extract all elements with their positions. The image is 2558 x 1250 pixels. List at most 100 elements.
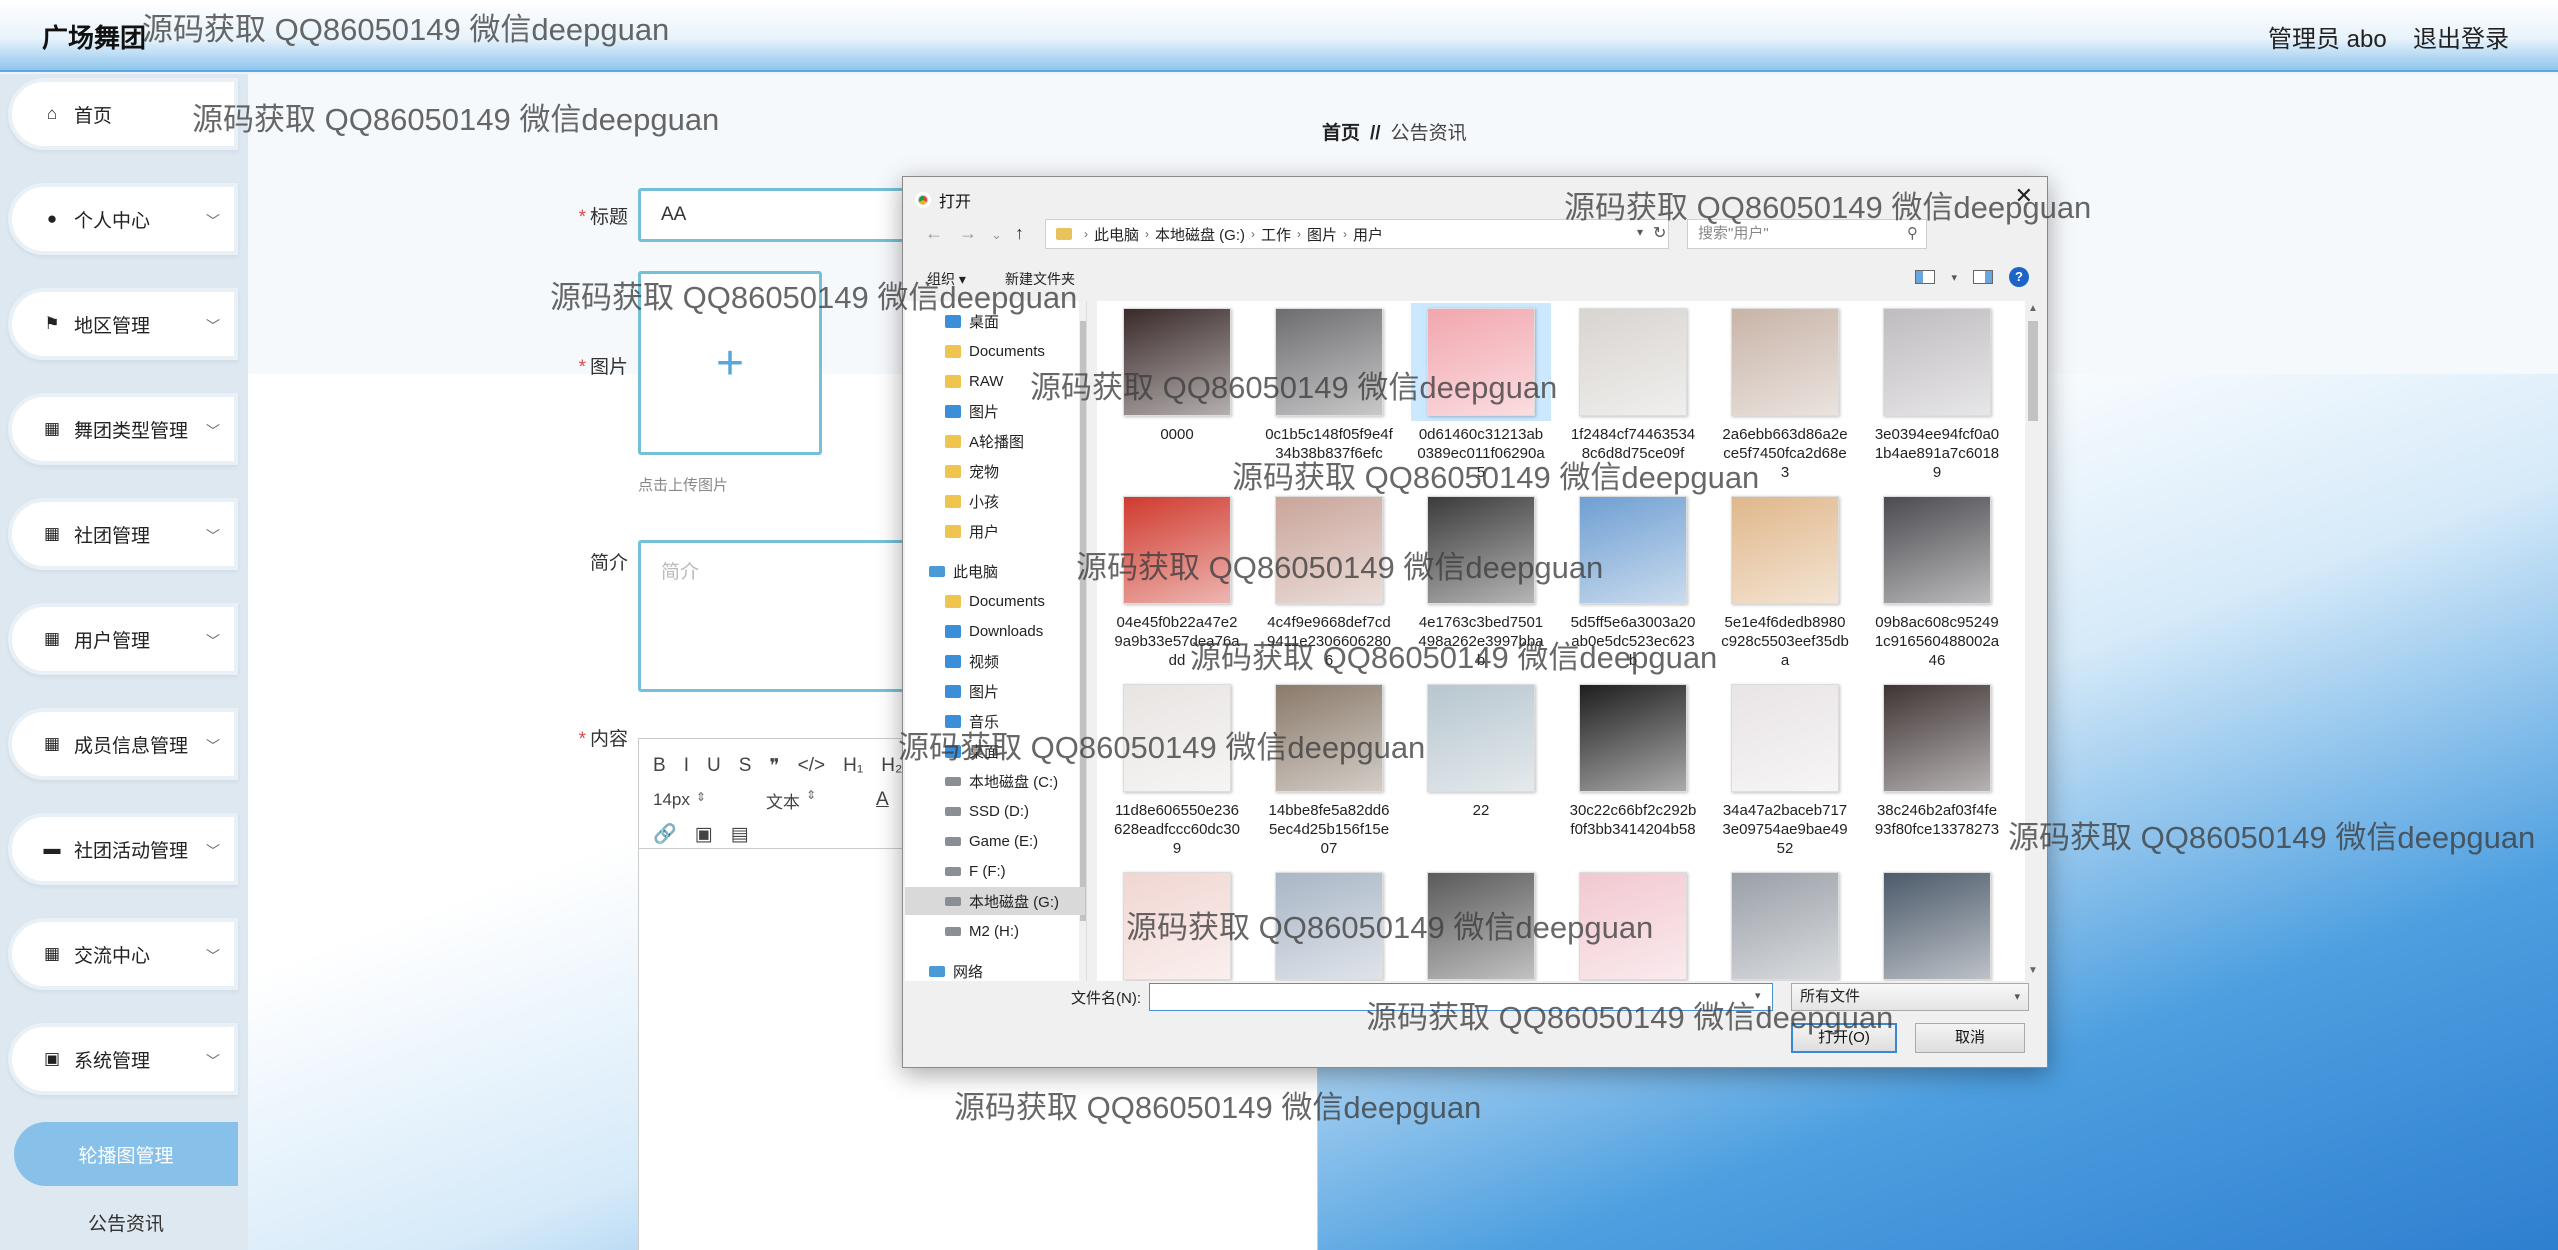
editor-format-button[interactable]: I <box>684 755 689 777</box>
tree-item[interactable]: 视频 <box>905 647 1085 675</box>
view-mode-icon[interactable] <box>1915 270 1936 284</box>
tree-item[interactable]: A轮播图 <box>905 427 1085 455</box>
tree-item[interactable]: Game (E:) <box>905 827 1085 855</box>
tree-item[interactable]: F (F:) <box>905 857 1085 885</box>
sidebar-item[interactable]: ▣ 系统管理 ﹀ <box>8 1023 238 1095</box>
forward-arrow-icon[interactable]: → <box>959 223 977 244</box>
sidebar-item[interactable]: ▦ 用户管理 ﹀ <box>8 603 238 675</box>
file-item[interactable]: 09b8ac608c952491c916560488002a46 <box>1867 491 2007 670</box>
file-item[interactable] <box>1411 867 1551 981</box>
search-input[interactable]: 搜索"用户" ⚲ <box>1687 219 1927 249</box>
tree-item[interactable]: Documents <box>905 337 1085 365</box>
tree-item[interactable]: 音乐 <box>905 707 1085 735</box>
breadcrumb-home[interactable]: 首页 <box>1322 123 1360 144</box>
scroll-up-icon[interactable]: ▲ <box>2028 303 2038 314</box>
tree-item[interactable]: 图片 <box>905 397 1085 425</box>
filename-input[interactable] <box>1149 983 1773 1011</box>
file-item[interactable]: 4e1763c3bed7501498a262e3997bbab <box>1411 491 1551 670</box>
file-scrollbar[interactable]: ▲ ▼ <box>2025 301 2041 981</box>
text-type-select[interactable]: 文本 ⇕ <box>766 788 816 813</box>
file-item[interactable] <box>1259 867 1399 981</box>
tree-item[interactable]: 小孩 <box>905 487 1085 515</box>
sidebar-item[interactable]: ▦ 成员信息管理 ﹀ <box>8 708 238 780</box>
address-crumb[interactable]: 本地磁盘 (G:) <box>1155 224 1245 245</box>
back-arrow-icon[interactable]: ← <box>925 223 943 244</box>
cancel-button[interactable]: 取消 <box>1915 1023 2025 1053</box>
editor-format-button[interactable]: B <box>653 755 666 777</box>
file-item[interactable]: 30c22c66bf2c292bf0f3bb3414204b58 <box>1563 679 1703 839</box>
file-item[interactable]: 38c246b2af03f4fe93f80fce13378273 <box>1867 679 2007 839</box>
file-item[interactable]: 0d61460c31213ab0389ec011f06290a5 <box>1411 303 1551 482</box>
sidebar-subitem[interactable]: 轮播图管理 <box>14 1122 238 1186</box>
file-item[interactable]: 5d5ff5e6a3003a20ab0e5dc523ec623b <box>1563 491 1703 670</box>
file-item[interactable]: 1f2484cf744635348c6d8d75ce09f <box>1563 303 1703 463</box>
editor-format-button[interactable]: H₂ <box>881 755 902 777</box>
tree-item[interactable]: 本地磁盘 (G:) <box>905 887 1085 915</box>
sidebar-item[interactable]: ▦ 社团管理 ﹀ <box>8 498 238 570</box>
address-crumb[interactable]: 工作 <box>1261 224 1291 245</box>
file-scrollbar-thumb[interactable] <box>2028 321 2038 421</box>
tree-item[interactable]: Documents <box>905 587 1085 615</box>
file-item[interactable]: 2a6ebb663d86a2ece5f7450fca2d68e3 <box>1715 303 1855 482</box>
file-item[interactable]: 4c4f9e9668def7cd9411e23066062806 <box>1259 491 1399 670</box>
file-item[interactable] <box>1867 867 2007 981</box>
image-upload-button[interactable]: + <box>638 271 822 455</box>
address-crumb[interactable]: 用户 <box>1353 224 1383 245</box>
file-item[interactable]: 22 <box>1411 679 1551 820</box>
chevron-down-icon[interactable]: ▾ <box>1755 989 1761 1002</box>
preview-pane-icon[interactable] <box>1973 270 1993 284</box>
tree-item[interactable]: 用户 <box>905 517 1085 545</box>
editor-insert-button[interactable]: 🔗 <box>653 822 677 846</box>
editor-format-button[interactable]: </> <box>798 755 825 777</box>
new-folder-button[interactable]: 新建文件夹 <box>1005 269 1075 289</box>
recent-locations-icon[interactable]: ⌄ <box>991 227 1002 243</box>
sidebar-item[interactable]: ⌂ 首页 <box>8 78 238 150</box>
tree-item[interactable]: 图片 <box>905 677 1085 705</box>
file-item[interactable]: 5e1e4f6dedb8980c928c5503eef35dba <box>1715 491 1855 670</box>
file-item[interactable]: 3e0394ee94fcf0a01b4ae891a7c60189 <box>1867 303 2007 482</box>
editor-format-button[interactable]: U <box>707 755 721 777</box>
file-item[interactable] <box>1715 867 1855 981</box>
address-crumb[interactable]: 图片 <box>1307 224 1337 245</box>
tree-item[interactable]: 桌面 <box>905 307 1085 335</box>
organize-button[interactable]: 组织 ▾ <box>927 269 966 289</box>
file-item[interactable]: 0c1b5c148f05f9e4f34b38b837f6efc <box>1259 303 1399 463</box>
close-icon[interactable]: ✕ <box>2015 183 2033 209</box>
font-color-icon[interactable]: A <box>876 789 889 811</box>
logout-link[interactable]: 退出登录 <box>2413 19 2509 54</box>
file-item[interactable] <box>1107 867 1247 981</box>
tree-item[interactable]: RAW <box>905 367 1085 395</box>
chevron-down-icon[interactable]: ▾ <box>1951 271 1957 284</box>
filetype-select[interactable]: 所有文件 ▾ <box>1791 983 2029 1011</box>
tree-item[interactable]: SSD (D:) <box>905 797 1085 825</box>
open-button[interactable]: 打开(O) <box>1791 1023 1897 1053</box>
editor-format-button[interactable]: ❞ <box>769 755 779 778</box>
tree-item[interactable]: 网络 <box>905 957 1085 981</box>
tree-item[interactable]: M2 (H:) <box>905 917 1085 945</box>
sidebar-item[interactable]: ▦ 交流中心 ﹀ <box>8 918 238 990</box>
editor-insert-button[interactable]: ▤ <box>731 823 749 846</box>
editor-format-button[interactable]: S <box>739 755 752 777</box>
address-bar[interactable]: › 此电脑 › 本地磁盘 (G:) › 工作 › 图片 › 用户 <box>1045 219 1669 249</box>
editor-insert-button[interactable]: ▣ <box>695 823 713 846</box>
font-size-select[interactable]: 14px ⇕ <box>653 790 706 810</box>
tree-item[interactable]: Downloads <box>905 617 1085 645</box>
sidebar-item[interactable]: ⚑ 地区管理 ﹀ <box>8 288 238 360</box>
editor-format-button[interactable]: H₁ <box>843 755 863 777</box>
chevron-down-icon[interactable]: ▾ <box>1637 225 1643 239</box>
tree-item[interactable]: 此电脑 <box>905 557 1085 585</box>
up-arrow-icon[interactable]: ↑ <box>1015 223 1024 244</box>
file-item[interactable]: 34a47a2baceb7173e09754ae9bae4952 <box>1715 679 1855 858</box>
file-item[interactable]: 14bbe8fe5a82dd65ec4d25b156f15e07 <box>1259 679 1399 858</box>
sidebar-item[interactable]: ▦ 舞团类型管理 ﹀ <box>8 393 238 465</box>
sidebar-subitem[interactable]: 公告资讯 <box>14 1190 238 1250</box>
tree-item[interactable]: 宠物 <box>905 457 1085 485</box>
tree-item[interactable]: 桌面 <box>905 737 1085 765</box>
file-item[interactable]: 04e45f0b22a47e29a9b33e57dea76add <box>1107 491 1247 670</box>
tree-item[interactable]: 本地磁盘 (C:) <box>905 767 1085 795</box>
sidebar-item[interactable]: ▬ 社团活动管理 ﹀ <box>8 813 238 885</box>
sidebar-item[interactable]: ● 个人中心 ﹀ <box>8 183 238 255</box>
address-crumb[interactable]: 此电脑 <box>1094 224 1139 245</box>
file-item[interactable]: 11d8e606550e236628eadfccc60dc309 <box>1107 679 1247 858</box>
scroll-down-icon[interactable]: ▼ <box>2028 965 2038 976</box>
